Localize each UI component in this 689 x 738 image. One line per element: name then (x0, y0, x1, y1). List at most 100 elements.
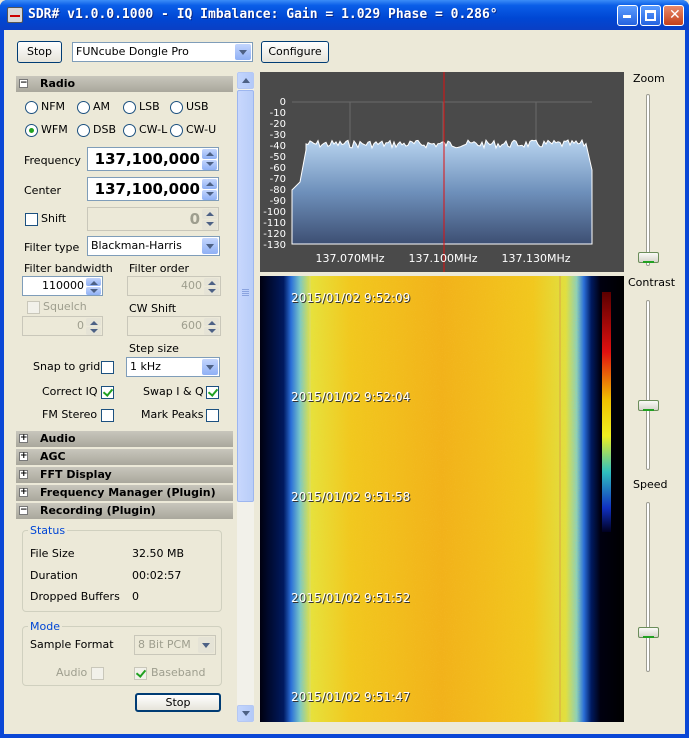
snap-to-grid-checkbox[interactable] (101, 361, 114, 374)
zoom-slider-thumb[interactable] (638, 252, 659, 263)
mode-label-dsb: DSB (93, 123, 116, 136)
audio-label: Audio (56, 666, 88, 679)
contrast-slider-thumb[interactable] (638, 400, 659, 411)
contrast-track[interactable] (646, 300, 650, 470)
filter-bandwidth-input[interactable]: 110000 (22, 276, 103, 296)
collapse-icon[interactable]: − (19, 79, 28, 88)
expand-icon[interactable]: + (19, 488, 28, 497)
mode-radio-dsb[interactable] (77, 124, 90, 137)
center-input[interactable]: 137,100,000 (87, 177, 219, 201)
mode-radio-nfm[interactable] (25, 101, 38, 114)
mode-group-title: Mode (28, 620, 62, 633)
file-size-label: File Size (30, 547, 75, 560)
baseband-label: Baseband (151, 666, 206, 679)
squelch-value: 0 (77, 319, 84, 332)
filter-bandwidth-value: 110000 (42, 279, 84, 292)
db-tick-label: -80 (270, 185, 286, 196)
bandwidth-down-icon[interactable] (86, 287, 101, 295)
expand-icon[interactable]: + (19, 434, 28, 443)
file-size-value: 32.50 MB (132, 547, 185, 560)
correct-iq-checkbox[interactable] (101, 386, 114, 399)
swap-iq-checkbox[interactable] (206, 386, 219, 399)
shift-checkbox[interactable] (25, 213, 38, 226)
audio-checkbox[interactable] (91, 667, 104, 680)
center-down-icon[interactable] (202, 190, 217, 200)
mode-radio-wfm[interactable] (25, 124, 38, 137)
recording-stop-button[interactable]: Stop (135, 693, 221, 712)
shift-down-icon[interactable] (202, 220, 217, 230)
section-audio[interactable]: + Audio (16, 431, 233, 447)
squelch-down-icon[interactable] (86, 327, 101, 335)
db-tick-label: -20 (270, 119, 286, 130)
spectrum-display[interactable]: 0 -10 -20 -30 -40 -50 -60 -70 -80 -90 -1… (260, 72, 624, 272)
close-button[interactable]: ✕ (663, 5, 684, 26)
shift-up-icon[interactable] (202, 209, 217, 219)
db-tick-label: -60 (270, 163, 286, 174)
chevron-down-icon[interactable] (202, 238, 218, 254)
section-frequency-manager[interactable]: + Frequency Manager (Plugin) (16, 485, 233, 501)
cwshift-down-icon[interactable] (204, 327, 219, 335)
chevron-down-icon[interactable] (235, 44, 251, 60)
fm-stereo-checkbox[interactable] (101, 409, 114, 422)
mark-peaks-checkbox[interactable] (206, 409, 219, 422)
center-value: 137,100,000 (94, 180, 200, 198)
mode-radio-cwl[interactable] (123, 124, 136, 137)
center-up-icon[interactable] (202, 179, 217, 189)
db-tick-label: -110 (263, 218, 286, 229)
frequency-up-icon[interactable] (202, 149, 217, 159)
baseband-checkbox[interactable] (134, 667, 147, 680)
db-tick-label: -90 (270, 196, 286, 207)
squelch-checkbox[interactable] (27, 301, 40, 314)
section-radio[interactable]: − Radio (16, 76, 233, 92)
speed-track[interactable] (646, 502, 650, 672)
mode-radio-usb[interactable] (170, 101, 183, 114)
mode-radio-lsb[interactable] (123, 101, 136, 114)
expand-icon[interactable]: + (19, 470, 28, 479)
device-select[interactable]: FUNcube Dongle Pro (72, 42, 253, 62)
minimize-button[interactable] (617, 5, 638, 26)
zoom-track[interactable] (646, 94, 650, 266)
maximize-button[interactable] (640, 5, 661, 26)
scroll-up-icon[interactable] (237, 72, 254, 89)
speed-slider-thumb[interactable] (638, 627, 659, 638)
mode-radio-am[interactable] (77, 101, 90, 114)
collapse-icon[interactable]: − (19, 506, 28, 515)
sample-format-select[interactable]: 8 Bit PCM (134, 635, 216, 655)
chevron-down-icon[interactable] (202, 359, 218, 375)
waterfall-timestamp: 2015/01/02 9:51:47 (291, 690, 411, 704)
title-bar[interactable]: SDR# v1.0.0.1000 - IQ Imbalance: Gain = … (0, 0, 689, 30)
mode-label-cwl: CW-L (139, 123, 168, 136)
cw-shift-input[interactable]: 600 (127, 316, 221, 336)
status-group-title: Status (28, 524, 68, 537)
squelch-up-icon[interactable] (86, 318, 101, 326)
step-size-label: Step size (129, 342, 179, 355)
configure-button[interactable]: Configure (261, 41, 329, 63)
stop-button[interactable]: Stop (17, 41, 62, 63)
squelch-input[interactable]: 0 (22, 316, 103, 336)
spectrum-trace (291, 138, 593, 245)
bandwidth-up-icon[interactable] (86, 278, 101, 286)
scrollbar-thumb[interactable] (237, 90, 254, 502)
mode-label-usb: USB (186, 100, 209, 113)
scroll-down-icon[interactable] (237, 705, 254, 722)
frequency-input[interactable]: 137,100,000 (87, 147, 219, 171)
order-up-icon[interactable] (204, 278, 219, 286)
contrast-label: Contrast (628, 276, 676, 289)
section-recording[interactable]: − Recording (Plugin) (16, 503, 233, 519)
shift-input[interactable]: 0 (87, 207, 219, 231)
freq-tick-label: 137.070MHz (315, 252, 384, 265)
mode-radio-cwu[interactable] (170, 124, 183, 137)
expand-icon[interactable]: + (19, 452, 28, 461)
section-agc[interactable]: + AGC (16, 449, 233, 465)
filter-order-input[interactable]: 400 (127, 276, 221, 296)
section-fft-display[interactable]: + FFT Display (16, 467, 233, 483)
step-size-select[interactable]: 1 kHz (126, 357, 220, 377)
left-panel-scrollbar[interactable] (237, 72, 254, 722)
filter-type-select[interactable]: Blackman-Harris (87, 236, 220, 256)
waterfall-timestamp: 2015/01/02 9:51:58 (291, 490, 411, 504)
waterfall-display[interactable]: 2015/01/02 9:52:09 2015/01/02 9:52:04 20… (260, 276, 624, 722)
order-down-icon[interactable] (204, 287, 219, 295)
chevron-down-icon[interactable] (198, 637, 214, 653)
cwshift-up-icon[interactable] (204, 318, 219, 326)
frequency-down-icon[interactable] (202, 160, 217, 170)
